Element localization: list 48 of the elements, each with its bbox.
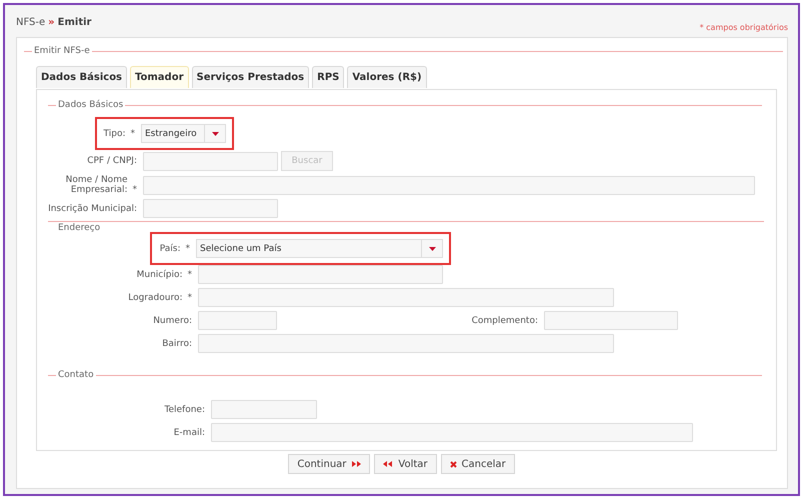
input-field[interactable]: [211, 400, 317, 419]
field-label: Numero:: [153, 316, 192, 326]
required-fields-note: * campos obrigatórios: [700, 23, 788, 34]
input-field[interactable]: [198, 311, 277, 330]
input-field[interactable]: [211, 423, 693, 442]
cancel-button[interactable]: Cancelar: [440, 454, 515, 474]
back-button[interactable]: Voltar: [374, 454, 437, 474]
required-mark: *: [188, 292, 192, 302]
section-title: Endereço: [58, 223, 100, 233]
field-label: Nome / Nome Empresarial:: [66, 175, 128, 195]
input-field[interactable]: [198, 265, 443, 284]
select-field[interactable]: Estrangeiro: [141, 124, 226, 143]
required-mark: *: [186, 244, 190, 254]
field-label: Inscrição Municipal:: [48, 204, 137, 214]
select-field[interactable]: Selecione um País: [196, 239, 443, 258]
continue-button[interactable]: Continuar: [288, 454, 370, 474]
breadcrumb: NFS-e » Emitir: [16, 16, 92, 29]
field-label: Bairro:: [162, 338, 192, 348]
dropdown-caret-icon: [428, 246, 436, 250]
field-label: Telefone:: [164, 404, 205, 414]
field-label: CPF / CNPJ:: [87, 156, 137, 166]
field-label: Tipo:: [104, 128, 126, 138]
field-label: E-mail:: [174, 428, 205, 438]
input-field[interactable]: [143, 176, 755, 194]
tab[interactable]: Valores (R$): [347, 66, 427, 88]
back-arrows-icon: [383, 461, 394, 467]
field-label: Logradouro:: [128, 292, 182, 302]
tab[interactable]: Dados Básicos: [36, 66, 128, 88]
required-mark: *: [188, 270, 192, 280]
input-field[interactable]: [198, 288, 614, 307]
field-label: Complemento:: [472, 316, 538, 326]
input-field[interactable]: [143, 152, 278, 170]
tab[interactable]: Tomador: [130, 66, 189, 88]
tab[interactable]: Serviços Prestados: [192, 66, 310, 88]
field-label: País:: [160, 244, 180, 254]
section-title: Contato: [57, 370, 95, 380]
input-field[interactable]: [143, 199, 278, 218]
close-icon: [450, 460, 457, 468]
required-mark: *: [130, 128, 135, 138]
input-field[interactable]: [198, 334, 614, 353]
required-mark: *: [132, 185, 137, 195]
fieldset-title: Emitir NFS-e: [33, 46, 91, 56]
dropdown-caret-icon: [212, 132, 218, 136]
input-field[interactable]: [544, 311, 678, 330]
section-title: Dados Básicos: [57, 100, 124, 110]
forward-arrows-icon: [351, 461, 362, 467]
field-label: Município:: [136, 270, 182, 280]
tab[interactable]: RPS: [312, 66, 344, 88]
